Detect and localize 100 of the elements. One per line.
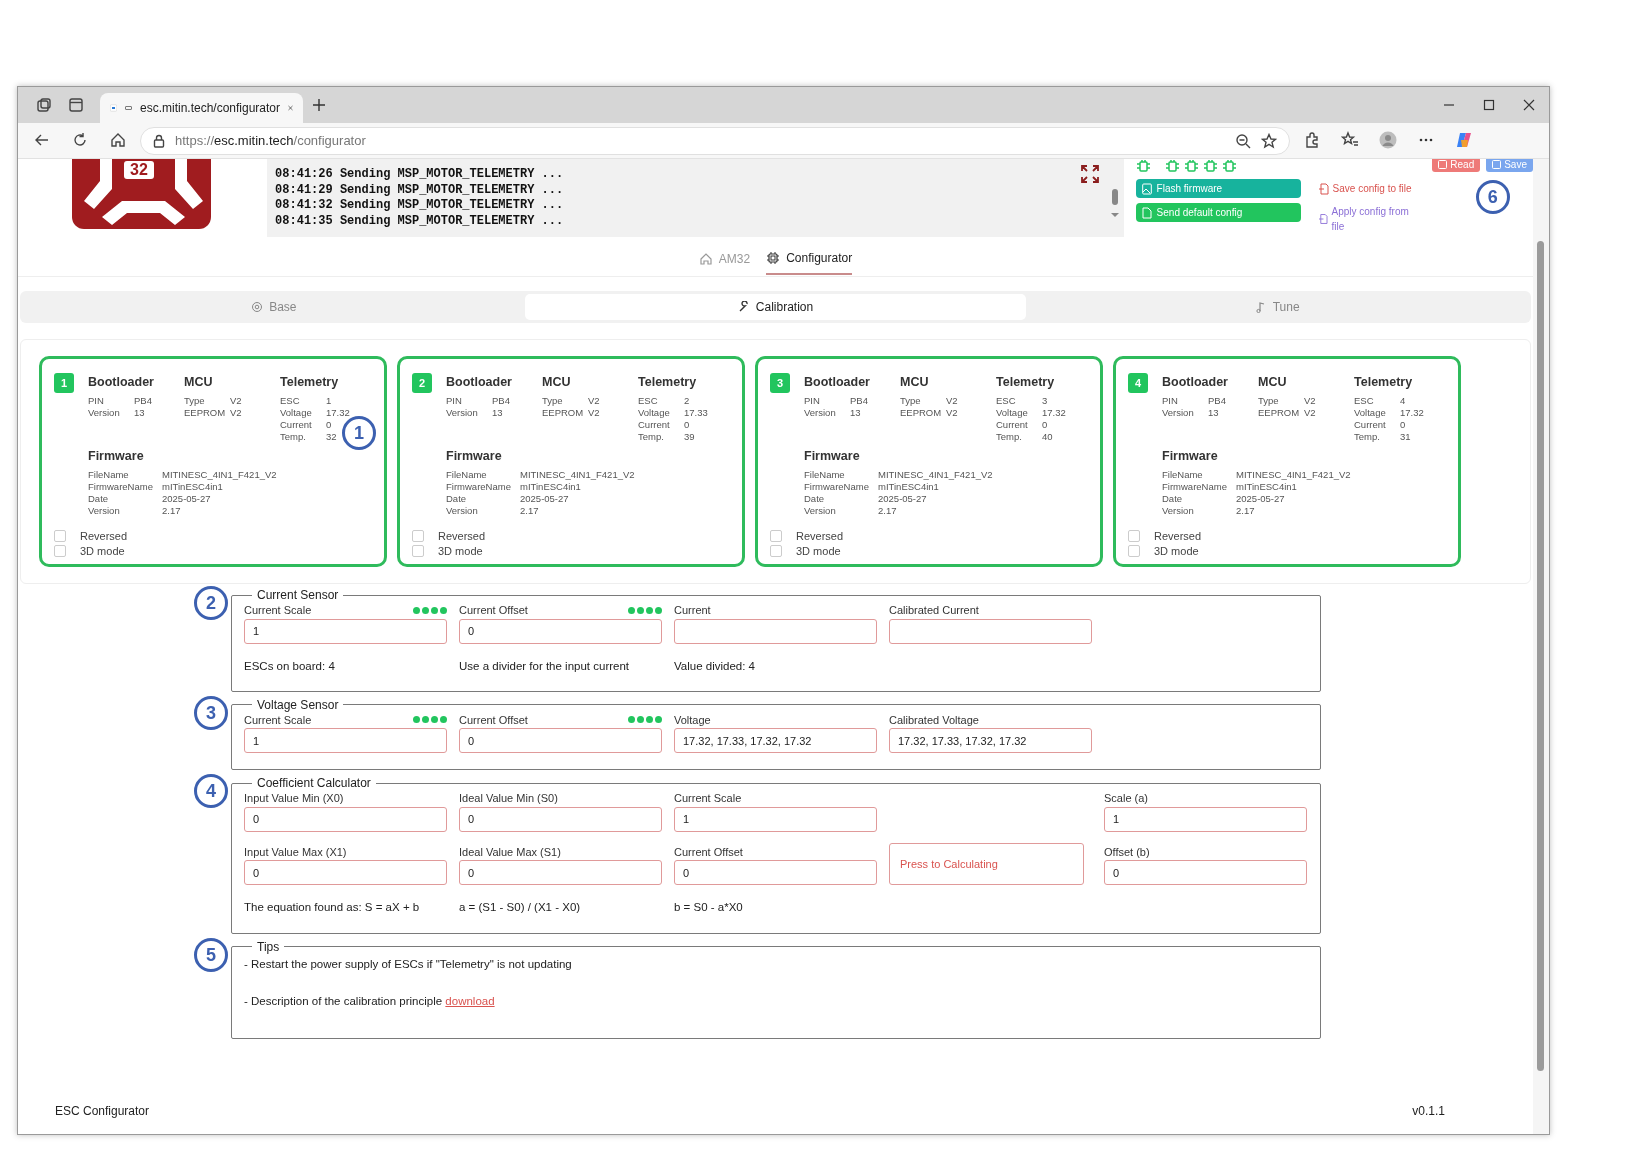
input-field[interactable]: 1 (1104, 806, 1307, 832)
apply-link[interactable]: Apply config from file (1318, 204, 1415, 234)
checkbox[interactable] (1128, 545, 1140, 557)
field-value: 1 (326, 394, 332, 407)
input-field[interactable]: 0 (459, 728, 662, 754)
close-icon[interactable] (1522, 98, 1536, 112)
maximize-icon[interactable] (1482, 98, 1496, 112)
tip-text: - Description of the calibration principle download (244, 993, 496, 1009)
input-field[interactable] (889, 618, 1092, 644)
field-label: Type (542, 394, 564, 407)
field-label: Version (446, 504, 479, 517)
note-text: a = (S1 - S0) / (X1 - X0) (459, 900, 582, 916)
input-field[interactable]: 0 (459, 806, 662, 832)
section-title: Coefficient Calculator (256, 776, 372, 791)
field-value: 17.32 (1400, 406, 1424, 419)
motor-icon (1183, 159, 1199, 173)
field-label: Current Offset (674, 844, 743, 860)
field-value: V2 (230, 406, 242, 419)
field-label: PIN (804, 394, 821, 407)
workspaces-icon[interactable] (36, 97, 52, 113)
field-label: Current Offset (459, 712, 528, 728)
group-heading: MCU (900, 374, 930, 391)
field-label: Temp. (996, 430, 1023, 443)
checkbox[interactable] (412, 530, 424, 542)
field-value: MITINESC_4IN1_F421_V2 (1236, 468, 1351, 481)
checkbox[interactable] (54, 545, 66, 557)
input-field[interactable]: 1 (244, 728, 447, 754)
field-label: Current (996, 418, 1029, 431)
field-label: Current (280, 418, 313, 431)
field-value: 31 (1400, 430, 1411, 443)
field-label: Current (1354, 418, 1387, 431)
input-field[interactable]: 0 (244, 860, 447, 886)
input-field[interactable]: 0 (1104, 860, 1307, 886)
fullscreen-icon[interactable] (1080, 165, 1099, 183)
field-value: V2 (946, 406, 958, 419)
image-icon (1141, 182, 1152, 195)
field-label: Offset (b) (1104, 844, 1150, 860)
field-value: mITinESC4in1 (520, 480, 581, 493)
file-icon (1141, 206, 1152, 219)
field-value: V2 (946, 394, 958, 407)
input-field[interactable]: 17.32, 17.33, 17.32, 17.32 (889, 728, 1092, 754)
field-value: 0 (326, 418, 332, 431)
field-label: FirmwareName (88, 480, 154, 493)
field-value: 2025-05-27 (1236, 492, 1285, 505)
field-value: 2025-05-27 (162, 492, 211, 505)
reload-icon[interactable] (71, 130, 89, 149)
group-heading: Firmware (88, 447, 145, 465)
field-value: mITinESC4in1 (878, 480, 939, 493)
input-field[interactable]: 0 (674, 860, 877, 886)
field-value: 32 (326, 430, 337, 443)
address-field[interactable]: https://esc.mitin.tech/configurator (140, 126, 1290, 155)
browser-tab[interactable]: esc.mitin.tech/configurator (100, 93, 303, 123)
save-link[interactable]: Save config to file (1318, 181, 1415, 196)
input-field[interactable]: 0 (244, 806, 447, 832)
checkbox-label: 3D mode (1154, 543, 1199, 559)
input-field[interactable] (674, 618, 877, 644)
field-label: Version (88, 406, 121, 419)
assistant-icon[interactable] (1455, 130, 1473, 149)
group-heading: Bootloader (88, 374, 155, 391)
checkbox[interactable] (54, 530, 66, 542)
new-tab-icon[interactable] (312, 98, 326, 112)
zoom-out-icon[interactable] (1235, 132, 1251, 149)
calculate-button[interactable]: Press to Calculating (889, 843, 1084, 886)
checkbox[interactable] (412, 545, 424, 557)
field-value: 2025-05-27 (520, 492, 569, 505)
callout-number: 6 (1475, 180, 1510, 214)
avatar-icon[interactable] (1379, 130, 1397, 149)
motor-icon (1164, 159, 1180, 173)
field-label: PIN (88, 394, 105, 407)
field-label: Type (184, 394, 206, 407)
checkbox[interactable] (1128, 530, 1140, 542)
input-field[interactable]: 0 (459, 860, 662, 886)
tab[interactable]: Calibration (524, 294, 1027, 320)
field-label: Version (446, 406, 479, 419)
field-label: ESC (280, 394, 301, 407)
tabs-icon[interactable] (68, 97, 84, 113)
download-link[interactable]: download (445, 994, 495, 1007)
scrollbar-thumb[interactable] (1537, 241, 1544, 1071)
nav-tab[interactable]: Configurator (766, 242, 853, 275)
field-label: PIN (446, 394, 463, 407)
input-field[interactable]: 0 (459, 618, 662, 644)
field-label: Version (1162, 406, 1195, 419)
field-value: 40 (1042, 430, 1053, 443)
field-label: Current (638, 418, 671, 431)
puzzle-icon[interactable] (1303, 130, 1321, 149)
field-value: mITinESC4in1 (162, 480, 223, 493)
field-label: Type (1258, 394, 1280, 407)
field-label: ESC (1354, 394, 1375, 407)
input-field[interactable]: 1 (244, 618, 447, 644)
favorites-icon[interactable] (1341, 130, 1359, 149)
star-icon[interactable] (1261, 132, 1277, 149)
input-field[interactable]: 1 (674, 806, 877, 832)
note-text: Use a divider for the input current (459, 658, 631, 674)
checkbox[interactable] (770, 530, 782, 542)
checkbox[interactable] (770, 545, 782, 557)
input-field[interactable]: 17.32, 17.33, 17.32, 17.32 (674, 728, 877, 754)
field-value: 0 (1042, 418, 1048, 431)
field-value: 2 (684, 394, 690, 407)
group-heading: Bootloader (1162, 374, 1229, 391)
field-label: Version (88, 504, 121, 517)
